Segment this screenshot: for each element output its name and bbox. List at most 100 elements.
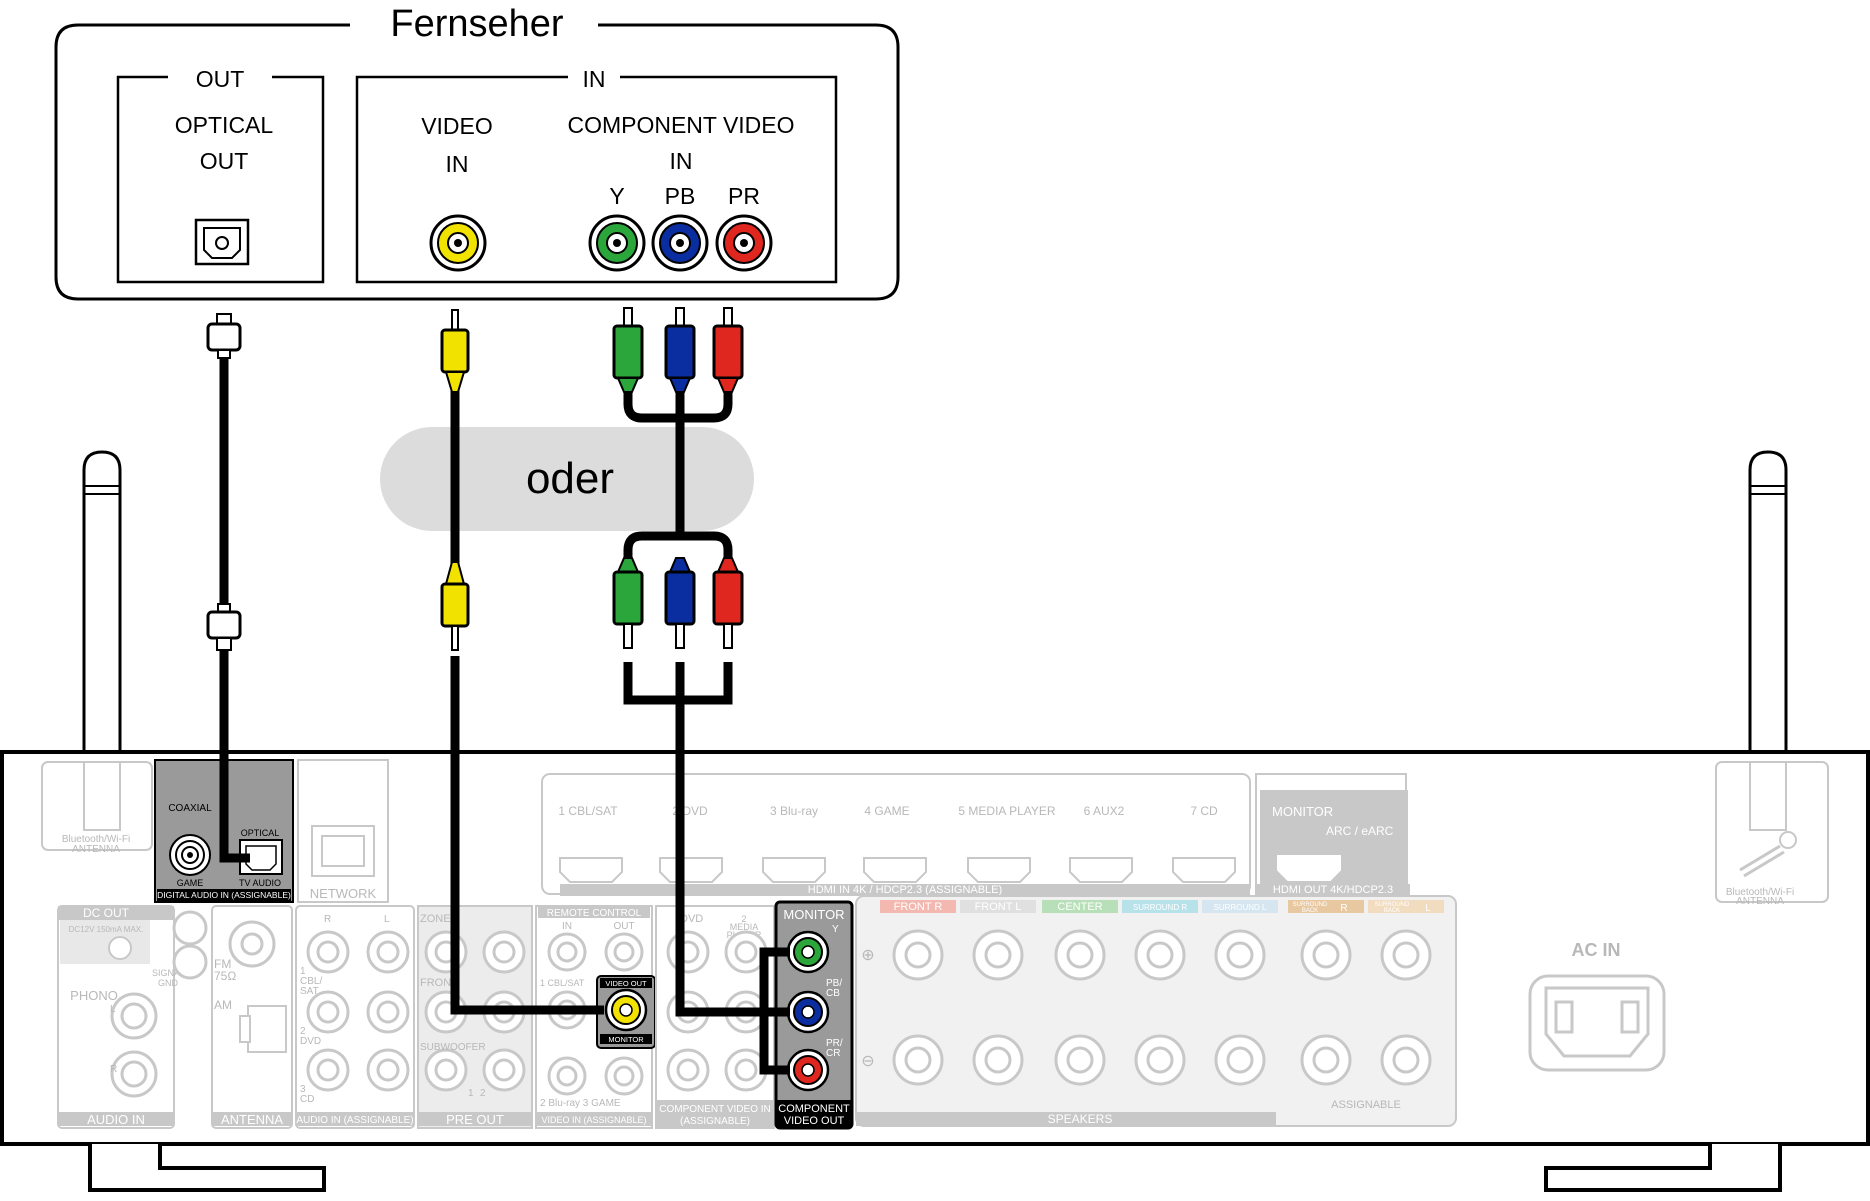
signal-gnd-label-2: GND: [158, 978, 179, 988]
audio-in-assignable-label: AUDIO IN (ASSIGNABLE): [296, 1115, 413, 1126]
bt-antenna-right-label-2: ANTENNA: [1736, 896, 1784, 907]
phono-label: PHONO: [70, 988, 118, 1003]
connection-diagram: Fernseher OUT OPTICAL OUT IN VIDEO IN CO…: [0, 3, 1870, 1192]
spk-sb-l-label-3: L: [1425, 903, 1431, 914]
spk-front-r-label: FRONT R: [894, 901, 943, 913]
dvd-in-label-2: DVD: [300, 1036, 321, 1047]
audio-in-label: AUDIO IN: [87, 1112, 145, 1127]
hdmi-in-label: HDMI IN 4K / HDCP2.3 (ASSIGNABLE): [808, 884, 1002, 896]
pr-label: PR: [728, 183, 760, 209]
comp-y-plug-top-icon: [612, 307, 644, 393]
assignable-label: ASSIGNABLE: [1331, 1099, 1401, 1111]
spk-sb-r-label-3: R: [1340, 903, 1347, 914]
ac-in-label: AC IN: [1572, 940, 1621, 960]
phono-l-label: L: [110, 1004, 116, 1015]
tv-title: Fernseher: [390, 3, 564, 45]
optical-plug-bottom-icon: [206, 603, 242, 651]
speakers-label: SPEAKERS: [1048, 1112, 1113, 1126]
blu-ray-game-label: 2 Blu-ray 3 GAME: [540, 1098, 621, 1109]
tv-in-label: IN: [583, 66, 606, 92]
component-out-pb-label-2: CB: [826, 988, 840, 999]
hdmi-in-3-label: 3 Blu-ray: [770, 804, 818, 818]
remote-control-label: REMOTE CONTROL: [547, 908, 642, 919]
receiver-comp-pb-jack-icon: [786, 990, 830, 1034]
dc-out-label: DC OUT: [83, 906, 130, 920]
bt-antenna-left-label-2: ANTENNA: [72, 844, 120, 855]
hdmi-in-7-label: 7 CD: [1190, 804, 1218, 818]
pre-out-label: PRE OUT: [446, 1112, 504, 1127]
cbl-sat-label-3: SAT: [300, 986, 319, 997]
receiver-rear-panel: Bluetooth/Wi-Fi ANTENNA Bluetooth/Wi-Fi …: [0, 450, 1870, 1192]
video-out-monitor-label: MONITOR: [608, 1035, 644, 1044]
component-out-pr-label-2: CR: [826, 1048, 840, 1059]
pb-label: PB: [665, 183, 696, 209]
optical-out-label-1: OPTICAL: [175, 112, 274, 138]
rc-out-label: OUT: [613, 921, 634, 932]
fm-label-2: 75Ω: [214, 969, 236, 983]
spk-center-label: CENTER: [1057, 901, 1102, 913]
spk-sb-l-label-2: BACK: [1384, 908, 1400, 914]
optical-out-label-2: OUT: [200, 148, 249, 174]
receiver-comp-y-jack-icon: [786, 930, 830, 974]
hdmi-in-4-label: 4 GAME: [864, 804, 909, 818]
coaxial-jack-icon: [169, 834, 211, 876]
phono-r-label: R: [110, 1064, 117, 1075]
arc-label: ARC / eARC: [1326, 824, 1394, 838]
cbl-sat-video-label: 1 CBL/SAT: [540, 978, 585, 988]
tv-panel: Fernseher OUT OPTICAL OUT IN VIDEO IN CO…: [54, 3, 900, 301]
component-in-label-2: IN: [670, 148, 693, 174]
network-label: NETWORK: [310, 886, 377, 901]
sw-num-2: 2: [480, 1088, 486, 1099]
oder-bubble: oder: [380, 427, 754, 531]
y-label: Y: [609, 183, 624, 209]
hdmi-in-5-label: 5 MEDIA PLAYER: [958, 804, 1055, 818]
tv-y-jack-icon: [588, 214, 646, 272]
comp-pb-plug-bottom-icon: [664, 557, 696, 649]
component-video-in-label-2: (ASSIGNABLE): [680, 1116, 750, 1127]
hdmi-out-label: HDMI OUT 4K/HDCP2.3: [1273, 884, 1393, 896]
spk-sb-r-label-2: BACK: [1302, 908, 1318, 914]
coaxial-label: COAXIAL: [168, 803, 212, 814]
spk-front-l-label: FRONT L: [975, 901, 1022, 913]
spk-surround-l-label: SURROUND L: [1214, 903, 1267, 912]
audio-in-l-label: L: [384, 914, 390, 925]
hdmi-in-1-label: 1 CBL/SAT: [558, 804, 618, 818]
tv-video-in-jack-icon: [429, 214, 487, 272]
rc-in-label: IN: [562, 921, 572, 932]
subwoofer-label: SUBWOOFER: [420, 1042, 486, 1053]
comp-pr-plug-top-icon: [712, 307, 744, 393]
component-video-in-label-1: COMPONENT VIDEO IN: [659, 1104, 771, 1115]
hdmi-out-monitor-label: MONITOR: [1272, 804, 1333, 819]
video-in-label-2: IN: [446, 151, 469, 177]
am-label: AM: [214, 998, 232, 1012]
tv-pb-jack-icon: [651, 214, 709, 272]
minus-icon: ⊖: [861, 1053, 874, 1070]
ac-inlet-icon: [1528, 974, 1666, 1072]
tv-optical-port-icon: [194, 218, 250, 266]
video-in-label-1: VIDEO: [421, 113, 493, 139]
receiver-comp-pr-jack-icon: [786, 1048, 830, 1092]
comp-pr-plug-bottom-icon: [712, 557, 744, 649]
comp-y-plug-bottom-icon: [612, 557, 644, 649]
plus-icon: ⊕: [861, 947, 874, 964]
component-video-out-label-2: VIDEO OUT: [784, 1115, 845, 1127]
tv-audio-label: TV AUDIO: [239, 878, 281, 888]
component-out-y-label: Y: [832, 924, 839, 935]
component-in-label-1: COMPONENT VIDEO: [567, 112, 794, 138]
optical-plug-top-icon: [206, 313, 242, 359]
sw-num-1: 1: [468, 1088, 474, 1099]
video-in-assignable-label: VIDEO IN (ASSIGNABLE): [541, 1115, 646, 1125]
video-plug-bottom-icon: [440, 561, 470, 651]
digital-audio-in-label: DIGITAL AUDIO IN (ASSIGNABLE): [157, 890, 291, 900]
antenna-label: ANTENNA: [221, 1112, 283, 1127]
tv-out-label: OUT: [196, 66, 245, 92]
comp-pb-plug-top-icon: [664, 307, 696, 393]
receiver-video-out-jack-icon: [604, 988, 648, 1032]
tv-pr-jack-icon: [715, 214, 773, 272]
game-label: GAME: [177, 878, 204, 888]
component-video-out-label-1: COMPONENT: [778, 1103, 850, 1115]
spk-surround-r-label: SURROUND R: [1133, 903, 1187, 912]
video-plug-top-icon: [440, 309, 470, 393]
oder-label: oder: [526, 454, 614, 503]
optical-label: OPTICAL: [241, 828, 280, 838]
